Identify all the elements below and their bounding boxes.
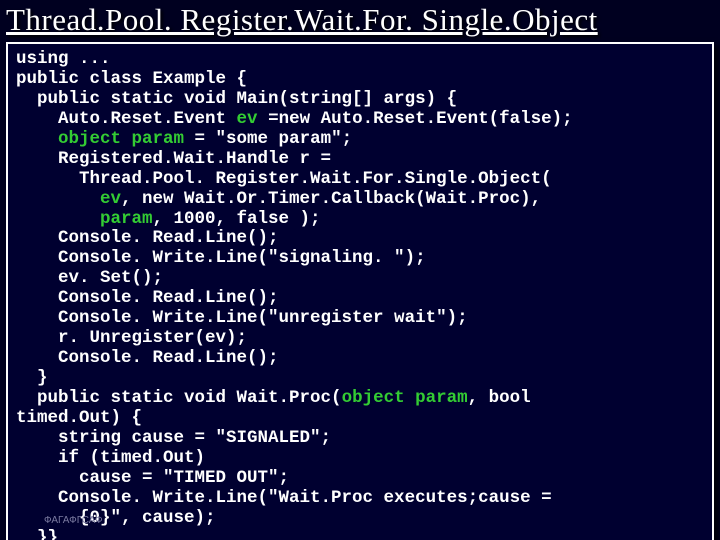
code-seg [16, 129, 58, 149]
code-line: Console. Write.Line("signaling. "); [16, 248, 426, 268]
code-seg [16, 189, 100, 209]
slide: Thread.Pool. Register.Wait.For. Single.O… [0, 0, 720, 540]
code-seg: , new Wait.Or.Timer.Callback(Wait.Proc), [121, 189, 541, 209]
code-box: using ... public class Example { public … [6, 42, 714, 540]
code-line: Console. Read.Line(); [16, 288, 279, 308]
code-seg: public static void Wait.Proc( [16, 388, 342, 408]
code-seg: , 1000, false ); [153, 209, 321, 229]
code-highlight: ev [237, 109, 258, 129]
slide-title: Thread.Pool. Register.Wait.For. Single.O… [6, 2, 714, 38]
code-seg: , bool [468, 388, 531, 408]
code-highlight: param [100, 209, 153, 229]
code-line: public class Example { [16, 69, 247, 89]
code-line: Thread.Pool. Register.Wait.For.Single.Ob… [16, 169, 552, 189]
code-line: ev. Set(); [16, 268, 163, 288]
code-seg: = "some param"; [184, 129, 352, 149]
code-highlight: object param [342, 388, 468, 408]
code-line: Registered.Wait.Handle r = [16, 149, 331, 169]
code-seg: Auto.Reset.Event [16, 109, 237, 129]
code-line: if (timed.Out) [16, 448, 205, 468]
code-seg [16, 209, 100, 229]
code-line: } [16, 368, 48, 388]
code-line: Console. Read.Line(); [16, 348, 279, 368]
code-line: public static void Main(string[] args) { [16, 89, 457, 109]
code-seg: =new Auto.Reset.Event(false); [258, 109, 573, 129]
code-block: using ... public class Example { public … [16, 50, 704, 540]
code-line: r. Unregister(ev); [16, 328, 247, 348]
code-line: }} [16, 528, 58, 540]
code-line: Console. Read.Line(); [16, 228, 279, 248]
code-highlight: ev [100, 189, 121, 209]
code-line: Console. Write.Line("Wait.Proc executes;… [16, 488, 552, 508]
footer-watermark: ФАГАФГСАФ [44, 515, 103, 526]
code-line: string cause = "SIGNALED"; [16, 428, 331, 448]
code-line: using ... [16, 49, 111, 69]
code-line: cause = "TIMED OUT"; [16, 468, 289, 488]
code-line: timed.Out) { [16, 408, 142, 428]
code-highlight: object param [58, 129, 184, 149]
code-line: Console. Write.Line("unregister wait"); [16, 308, 468, 328]
